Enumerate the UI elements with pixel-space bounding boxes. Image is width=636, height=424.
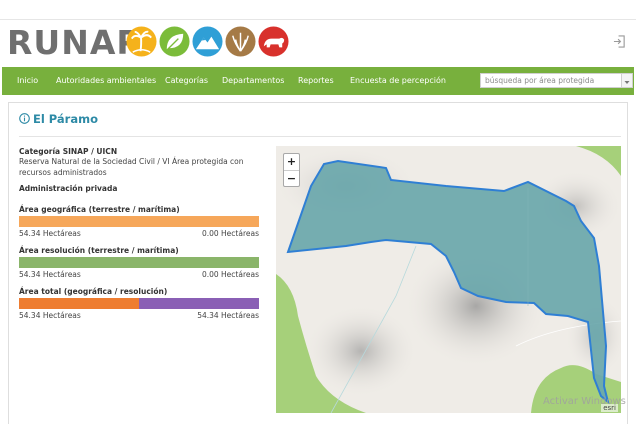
category-value: Reserva Natural de la Sociedad Civil / V… (19, 157, 244, 177)
zoom-in-button[interactable]: + (284, 154, 299, 170)
protected-area-search-select[interactable]: búsqueda por área protegida (480, 73, 633, 88)
nav-item-categorias[interactable]: Categorías (165, 67, 208, 95)
zoom-out-button[interactable]: − (284, 171, 299, 187)
grass-icon[interactable] (225, 26, 256, 57)
area-res-bar (19, 257, 259, 268)
nav-item-departamentos[interactable]: Departamentos (222, 67, 284, 95)
area-res-label: Área resolución (terrestre / marítima) (19, 246, 179, 255)
nav-item-reportes[interactable]: Reportes (298, 67, 334, 95)
area-total-bar (19, 298, 259, 309)
category-heading: Categoría SINAP / UICN (19, 147, 118, 156)
map-view[interactable]: + − esri (276, 146, 621, 413)
area-total-right-value: 54.34 Hectáreas (197, 311, 259, 320)
area-geo-bar (19, 216, 259, 227)
windows-activation-watermark: Activar Windows (543, 396, 626, 407)
leaf-icon[interactable] (159, 26, 190, 57)
nav-item-inicio[interactable]: Inicio (17, 67, 38, 95)
navbar: Inicio Autoridades ambientales Categoría… (2, 67, 634, 95)
logout-icon[interactable] (613, 35, 626, 48)
area-geo-left-value: 54.34 Hectáreas (19, 229, 81, 238)
info-icon (19, 113, 30, 124)
area-geo-label: Área geográfica (terrestre / marítima) (19, 205, 180, 214)
panel-title: El Páramo (19, 112, 98, 126)
chevron-down-icon[interactable] (621, 74, 632, 87)
search-placeholder: búsqueda por área protegida (485, 76, 595, 85)
logo-text[interactable]: RUNAP (7, 25, 142, 61)
area-geo-right-value: 0.00 Hectáreas (201, 229, 259, 238)
map-canvas[interactable] (276, 146, 621, 413)
nav-item-autoridades[interactable]: Autoridades ambientales (56, 67, 156, 95)
area-total-label: Área total (geográfica / resolución) (19, 287, 168, 296)
page: RUNAP Inicio Autoridades ambientales Cat… (0, 0, 636, 424)
area-res-left-value: 54.34 Hectáreas (19, 270, 81, 279)
zoom-control: + − (283, 153, 300, 187)
administration-label: Administración privada (19, 184, 118, 193)
area-res-right-value: 0.00 Hectáreas (201, 270, 259, 279)
area-total-bar-fill (19, 298, 139, 309)
palm-tree-icon[interactable] (126, 26, 157, 57)
bear-icon[interactable] (258, 26, 289, 57)
area-geo-bar-fill (19, 216, 259, 227)
protected-area-panel: El Páramo Categoría SINAP / UICN Reserva… (8, 102, 628, 424)
title-divider (19, 136, 621, 137)
area-res-bar-fill (19, 257, 259, 268)
nav-item-encuesta[interactable]: Encuesta de percepción (350, 67, 446, 95)
area-name: El Páramo (33, 112, 98, 126)
header: RUNAP (0, 20, 636, 67)
area-total-left-value: 54.34 Hectáreas (19, 311, 81, 320)
mountain-icon[interactable] (192, 26, 223, 57)
